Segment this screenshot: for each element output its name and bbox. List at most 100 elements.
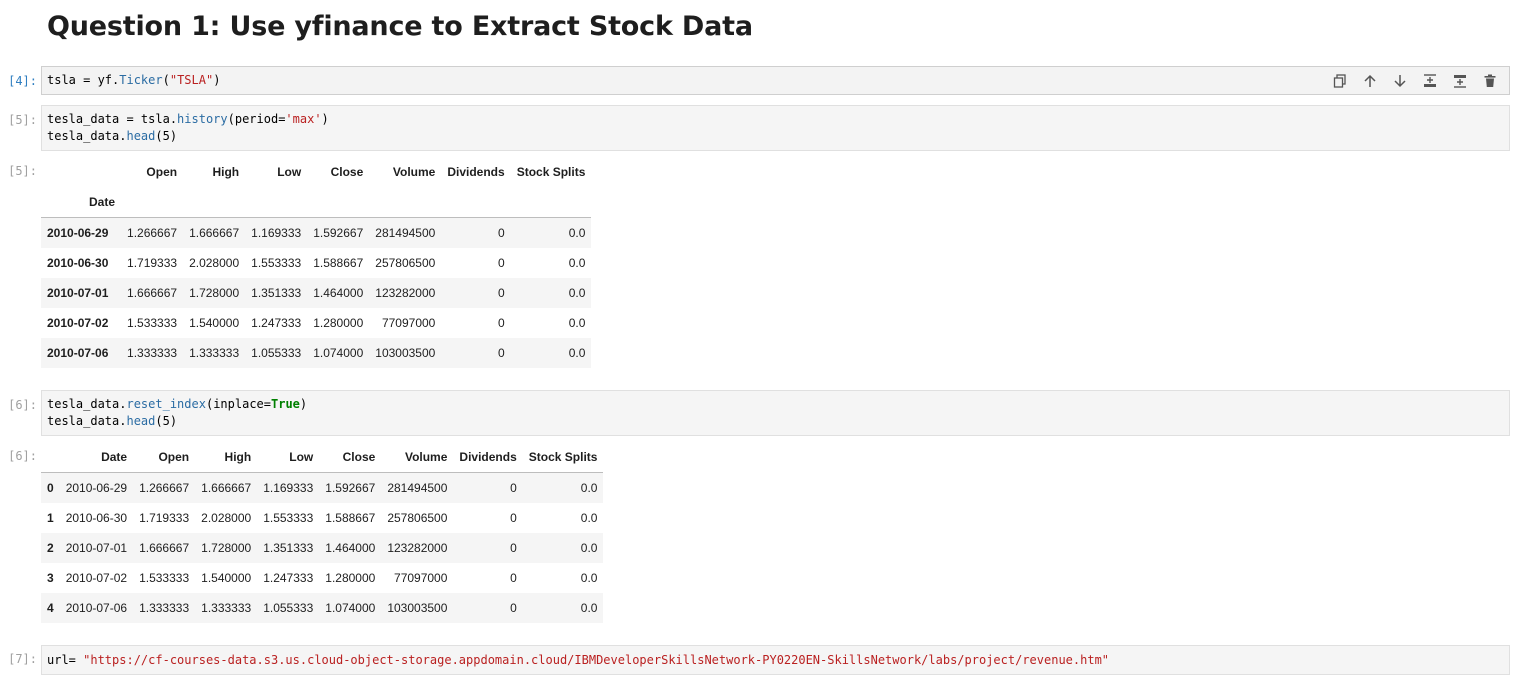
table-row: 2 2010-07-01 1.666667 1.728000 1.351333 1.464…: [41, 533, 604, 563]
insert-below-icon[interactable]: [1449, 71, 1471, 91]
table-cell: 77097000: [381, 316, 436, 330]
table-cell: 123282000: [387, 541, 448, 555]
table-cell: 2.028000: [201, 511, 252, 525]
table-cell: 1.266667: [139, 481, 190, 495]
table-cell: 1.055333: [251, 346, 302, 360]
table-cell: 1.464000: [313, 286, 364, 300]
delete-icon[interactable]: [1479, 71, 1501, 91]
index-header-blank: [41, 157, 121, 187]
row-index: 2: [47, 541, 54, 555]
table-cell: 1.533333: [127, 316, 178, 330]
table-cell: 1.074000: [313, 346, 364, 360]
table-cell: 1.351333: [251, 286, 302, 300]
table-cell: 1.055333: [263, 601, 314, 615]
table-cell: 0: [498, 226, 505, 240]
table-cell: 0: [498, 316, 505, 330]
table-cell: 0.0: [568, 226, 586, 240]
insert-above-icon[interactable]: [1419, 71, 1441, 91]
move-down-icon[interactable]: [1389, 71, 1411, 91]
code-cell-7[interactable]: url= "https://cf-courses-data.s3.us.clou…: [41, 645, 1510, 675]
table-cell: 0: [510, 481, 517, 495]
table-cell: 103003500: [387, 601, 448, 615]
table-row: 2010-06-29 1.266667 1.666667 1.169333 1.5926…: [41, 217, 592, 248]
table-row: 2010-07-01 1.666667 1.728000 1.351333 1.4640…: [41, 278, 592, 308]
column-header: Date: [59, 442, 134, 473]
table-cell: 1.719333: [139, 511, 190, 525]
table-cell: 1.553333: [251, 256, 302, 270]
table-cell: 1.169333: [263, 481, 314, 495]
table-cell: 281494500: [387, 481, 448, 495]
dataframe-output-1: Open High Low Close Volume Dividends Stock Spl…: [41, 157, 592, 368]
column-header: Open: [146, 165, 178, 179]
table-cell: 103003500: [375, 346, 436, 360]
input-prompt: [4]:: [8, 74, 37, 88]
input-prompt: [7]:: [8, 652, 37, 666]
table-cell: 1.588667: [313, 256, 364, 270]
column-header: Volume: [392, 165, 436, 179]
code-cell-5[interactable]: tesla_data = tsla.history(period='max') …: [41, 105, 1510, 151]
section-heading: Question 1: Use yfinance to Extract Stoc…: [47, 11, 753, 42]
table-cell: 2010-07-06: [65, 601, 128, 615]
cell-toolbar: [1329, 71, 1501, 91]
table-cell: 1.719333: [127, 256, 178, 270]
table-cell: 0.0: [580, 601, 598, 615]
table-row: 1 2010-06-30 1.719333 2.028000 1.553333 1.588…: [41, 503, 603, 533]
table-cell: 0.0: [568, 286, 586, 300]
column-header: High: [212, 165, 240, 179]
table-cell: 0.0: [580, 481, 598, 495]
table-cell: 1.247333: [251, 316, 302, 330]
table-row: 2010-06-30 1.719333 2.028000 1.553333 1.5886…: [41, 248, 591, 278]
table-cell: 1.266667: [127, 226, 178, 240]
move-up-icon[interactable]: [1359, 71, 1381, 91]
code-line: tsla = yf.Ticker("TSLA"): [47, 73, 221, 87]
table-cell: 1.333333: [127, 346, 178, 360]
code-cell-6[interactable]: tesla_data.reset_index(inplace=True) tes…: [41, 390, 1510, 436]
table-cell: 1.666667: [201, 481, 252, 495]
row-index: 1: [47, 511, 54, 525]
table-cell: 1.553333: [263, 511, 314, 525]
table-cell: 0: [498, 256, 505, 270]
index-row-spacer: [307, 187, 370, 218]
table-cell: 2010-06-29: [65, 481, 128, 495]
table-cell: 0.0: [568, 346, 586, 360]
table-cell: 123282000: [375, 286, 436, 300]
table-cell: 1.728000: [189, 286, 240, 300]
table-cell: 0.0: [580, 571, 598, 585]
row-index: 2010-07-02: [47, 316, 109, 330]
table-cell: 1.592667: [313, 226, 364, 240]
column-header: Dividends: [447, 165, 505, 179]
dataframe-output-2: Date Open High Low Close Volume Dividends Stock…: [41, 442, 604, 623]
table-cell: 0: [510, 601, 517, 615]
table-cell: 1.280000: [325, 571, 376, 585]
index-name-header: Date: [41, 187, 122, 218]
table-cell: 1.592667: [325, 481, 376, 495]
table-cell: 0: [510, 541, 517, 555]
table-cell: 1.533333: [139, 571, 190, 585]
table-cell: 1.280000: [313, 316, 364, 330]
table-cell: 1.169333: [251, 226, 302, 240]
column-header: Low: [257, 442, 320, 473]
table-row: 4 2010-07-06 1.333333 1.333333 1.055333 1.074…: [41, 593, 604, 623]
table-row: 2010-07-02 1.533333 1.540000 1.247333 1.2800…: [41, 308, 591, 338]
copy-icon[interactable]: [1329, 71, 1351, 91]
table-cell: 0: [510, 571, 517, 585]
index-row-spacer: [369, 187, 442, 218]
table-cell: 1.540000: [189, 316, 240, 330]
column-header: Volume: [381, 442, 454, 473]
table-cell: 257806500: [387, 511, 448, 525]
row-index: 2010-07-01: [47, 286, 109, 300]
table-cell: 1.464000: [325, 541, 376, 555]
table-cell: 1.540000: [201, 571, 252, 585]
table-cell: 1.247333: [263, 571, 314, 585]
table-cell: 2010-07-02: [65, 571, 128, 585]
code-cell-4[interactable]: tsla = yf.Ticker("TSLA"): [41, 66, 1510, 95]
table-row: 3 2010-07-02 1.533333 1.540000 1.247333 1.280…: [41, 563, 603, 593]
table-row: 0 2010-06-29 1.266667 1.666667 1.169333 1.592…: [41, 472, 604, 503]
code-line: url= "https://cf-courses-data.s3.us.clou…: [47, 653, 1110, 667]
column-header: Close: [330, 165, 364, 179]
row-index: 4: [47, 601, 54, 615]
table-cell: 1.666667: [127, 286, 178, 300]
table-cell: 1.666667: [189, 226, 240, 240]
table-cell: 2.028000: [189, 256, 240, 270]
table-cell: 77097000: [394, 571, 448, 585]
